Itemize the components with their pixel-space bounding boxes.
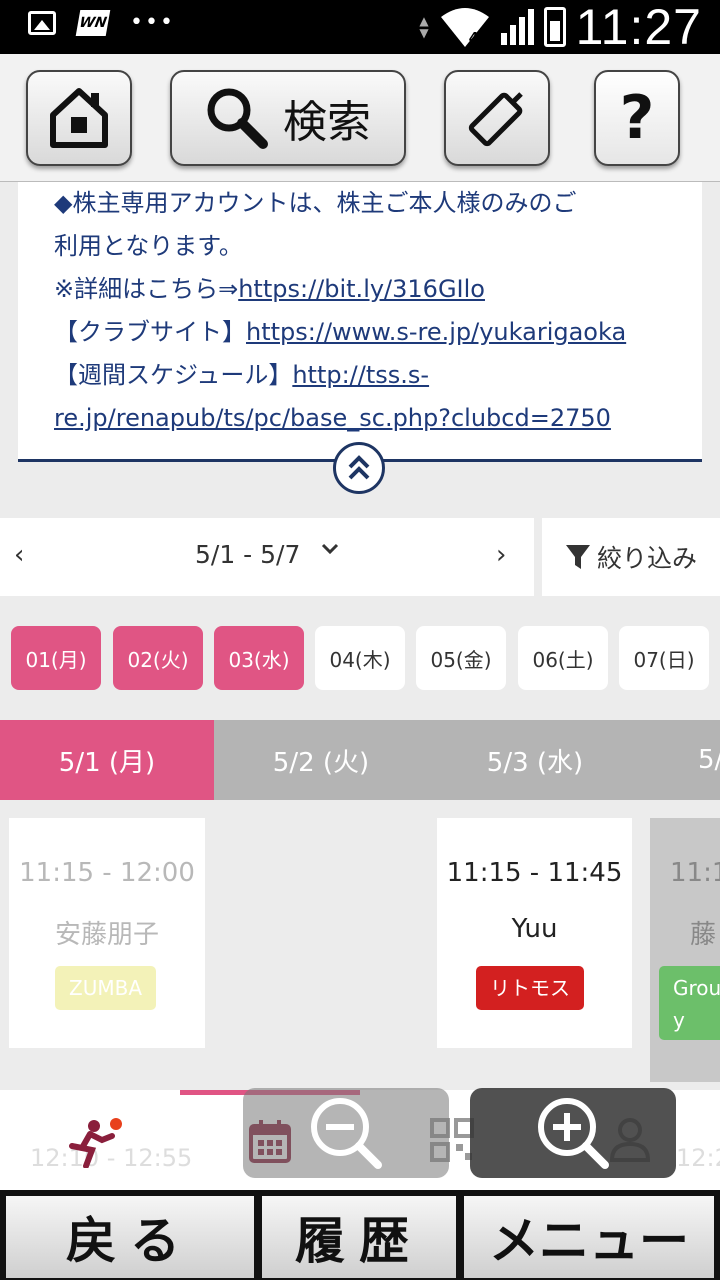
lesson-time-ghost: 12:2: [676, 1144, 720, 1172]
chevron-down-icon[interactable]: [320, 542, 340, 556]
lesson-time: 11:15 - 12:00: [19, 858, 195, 888]
info-line: 【週間スケジュール】http://tss.s-: [54, 354, 674, 397]
prev-week-icon[interactable]: ‹: [14, 540, 24, 570]
lesson-instructor: 安藤朋子: [54, 920, 159, 950]
zoom-out-button[interactable]: [243, 1088, 449, 1178]
filter-button[interactable]: 絞り込み: [542, 518, 720, 596]
data-arrows-icon: ▲ ▼: [419, 14, 429, 40]
day-chip[interactable]: 06(土): [518, 626, 608, 690]
lesson-tag: リトモス: [476, 966, 584, 1010]
lesson-instructor: 藤: [690, 920, 717, 950]
battery-icon: [543, 7, 566, 47]
day-tab[interactable]: 5/3 (水): [428, 720, 642, 800]
zoom-in-icon: [538, 1098, 609, 1169]
tag-icon: [468, 92, 523, 147]
more-dots-icon: •••: [130, 10, 175, 35]
search-label: 検索: [283, 97, 371, 148]
day-chip[interactable]: 02(火): [113, 626, 203, 690]
week-range-bar: ‹ 5/1 - 5/7 ›: [0, 518, 534, 596]
info-line: 利用となります。: [54, 232, 243, 260]
help-button[interactable]: ?: [594, 70, 680, 166]
signal-bars-icon: [500, 9, 534, 45]
day-chip[interactable]: 03(水): [214, 626, 304, 690]
search-button[interactable]: 検索: [170, 70, 406, 166]
lesson-card[interactable]: 11:15 - 11:45 Yuu リトモス: [437, 818, 632, 1048]
day-tab[interactable]: 5/1 (月): [0, 720, 214, 800]
weekly-schedule-link-cont[interactable]: re.jp/renapub/ts/pc/base_sc.php?clubcd=2…: [54, 404, 611, 432]
double-chevron-up-icon: [348, 455, 370, 480]
signal-badge: 4: [469, 30, 478, 47]
info-prefix: 【クラブサイト】: [54, 318, 246, 346]
menu-button[interactable]: メニュー: [464, 1196, 714, 1278]
weekly-schedule-link[interactable]: http://tss.s-: [292, 361, 429, 389]
info-line: ※詳細はこちら⇒https://bit.ly/316GIlo: [54, 268, 674, 311]
info-prefix: 【週間スケジュール】: [54, 361, 293, 389]
week-range-label[interactable]: 5/1 - 5/7: [195, 540, 300, 569]
top-toolbar: 検索 ?: [0, 54, 720, 182]
back-button[interactable]: 戻る: [6, 1196, 254, 1278]
info-line: 【クラブサイト】https://www.s-re.jp/yukarigaoka: [54, 311, 674, 354]
club-site-link[interactable]: https://www.s-re.jp/yukarigaoka: [246, 318, 626, 346]
day-tabs: 5/1 (月) 5/2 (火) 5/3 (水) 5/: [0, 720, 720, 800]
home-button[interactable]: [26, 70, 132, 166]
search-icon: [207, 88, 268, 149]
info-line: ◆株主専用アカウントは、株主ご本人様のみのご: [54, 189, 577, 217]
help-label: ?: [619, 83, 655, 153]
home-icon: [50, 88, 108, 148]
lesson-tag: ZUMBA: [55, 966, 156, 1010]
wifi-icon: 4: [440, 8, 489, 47]
running-person-icon[interactable]: [68, 1118, 124, 1168]
image-icon: [28, 11, 56, 35]
zoom-out-icon: [311, 1098, 382, 1169]
lesson-card[interactable]: 11:15 - 12:00 安藤朋子 ZUMBA: [9, 818, 205, 1048]
detail-link[interactable]: https://bit.ly/316GIlo: [238, 275, 485, 303]
lesson-card[interactable]: 11:1 藤 Grou y: [650, 818, 720, 1082]
info-line: re.jp/renapub/ts/pc/base_sc.php?clubcd=2…: [54, 397, 674, 440]
filter-icon: [565, 545, 590, 569]
info-prefix: ※詳細はこちら⇒: [54, 275, 239, 303]
lesson-tag: Grou y: [659, 966, 720, 1040]
status-bar: WN ••• ▲ ▼ 4 11:27: [0, 0, 720, 55]
day-chip[interactable]: 07(日): [619, 626, 709, 690]
hardware-nav-bar: 戻る 履歴 メニュー: [0, 1190, 720, 1280]
filter-label: 絞り込み: [596, 544, 697, 573]
day-chip[interactable]: 01(月): [11, 626, 101, 690]
tag-button[interactable]: [444, 70, 550, 166]
next-week-icon[interactable]: ›: [496, 540, 506, 570]
lesson-instructor: Yuu: [511, 914, 558, 944]
clock: 11:27: [575, 0, 702, 55]
history-button[interactable]: 履歴: [262, 1196, 456, 1278]
lesson-time: 11:15 - 11:45: [446, 858, 623, 888]
zoom-in-button[interactable]: [470, 1088, 676, 1178]
lesson-time: 11:1: [670, 858, 720, 888]
day-chip[interactable]: 05(金): [416, 626, 506, 690]
day-tab[interactable]: 5/: [698, 720, 720, 800]
collapse-button[interactable]: [333, 442, 385, 494]
info-panel: ◆株主専用アカウントは、株主ご本人様のみのご 利用となります。 ※詳細はこちら⇒…: [18, 182, 702, 462]
wn-app-icon: WN: [75, 10, 111, 36]
day-tab[interactable]: 5/2 (火): [214, 720, 428, 800]
day-chip[interactable]: 04(木): [315, 626, 405, 690]
